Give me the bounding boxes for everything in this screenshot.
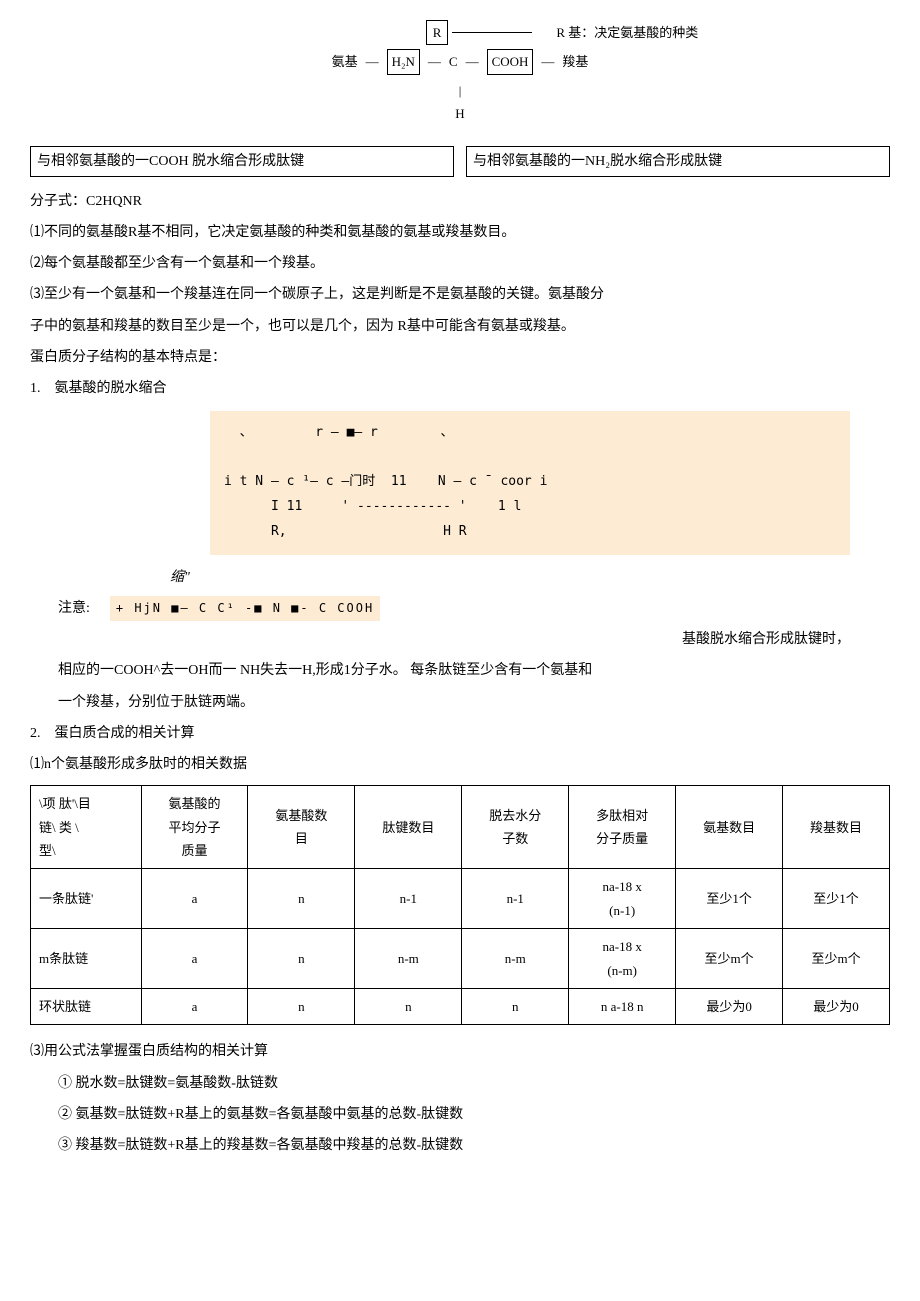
explain-line1: 相应的一COOH^去一OH而一 NH失去一H,形成1分子水。 每条肽链至少含有一…	[58, 658, 890, 683]
molecular-formula: 分子式：C2HQNR	[30, 189, 890, 214]
diagram-mid-note: 缩"	[170, 565, 890, 590]
col-aa-count: 氨基酸数 目	[248, 786, 355, 869]
col-peptide-bonds: 肽键数目	[355, 786, 462, 869]
table-row: m条肽链 a n n-m n-m na-18 x (n-m) 至少m个 至少m个	[31, 929, 890, 989]
point-3-line1: ⑶至少有一个氨基和一个羧基连在同一个碳原子上，这是判断是不是氨基酸的关键。氨基酸…	[30, 282, 890, 307]
formula-2: ② 氨基数=肽链数+R基上的氨基数=各氨基酸中氨基的总数-肽键数	[58, 1102, 890, 1127]
note-prefix: 注意:	[58, 596, 90, 621]
center-c: C	[449, 50, 458, 73]
col-carboxyl-count: 羧基数目	[783, 786, 890, 869]
point-1: ⑴不同的氨基酸R基不相同，它决定氨基酸的种类和氨基酸的氨基或羧基数目。	[30, 220, 890, 245]
dehydration-diagram: 、 r — ■— r 、 i t N — c ¹— c ―门时 11 N — c…	[210, 411, 850, 554]
cooh-box: COOH	[487, 49, 534, 74]
right-peptide-box: 与相邻氨基酸的一NH₂脱水缩合形成肽键	[466, 146, 890, 177]
amino-acid-structure-diagram: R R 基：决定氨基酸的种类 氨基 — H₂N — C — COOH — 羧基 …	[30, 20, 890, 126]
point-2: ⑵每个氨基酸都至少含有一个氨基和一个羧基。	[30, 251, 890, 276]
formula-3: ③ 羧基数=肽链数+R基上的羧基数=各氨基酸中羧基的总数-肽键数	[58, 1133, 890, 1158]
r-group-note: R 基：决定氨基酸的种类	[556, 21, 698, 44]
col-amino-count: 氨基数目	[676, 786, 783, 869]
item-1: 1. 氨基酸的脱水缩合	[30, 376, 890, 401]
col-avg-mass: 氨基酸的 平均分子 质量	[141, 786, 248, 869]
peptide-bond-notes: 与相邻氨基酸的一COOH 脱水缩合形成肽键 与相邻氨基酸的一NH₂脱水缩合形成肽…	[30, 146, 890, 177]
note-formula: + HjN ■— C C¹ -■ N ■- C COOH	[110, 596, 380, 622]
formula-heading: ⑶用公式法掌握蛋白质结构的相关计算	[30, 1039, 890, 1064]
right-continuation: 基酸脱水缩合形成肽键时，	[30, 627, 850, 652]
table-header-row: \项 肽'\目 链\ 类 \ 型\ 氨基酸的 平均分子 质量 氨基酸数 目 肽键…	[31, 786, 890, 869]
amino-label: 氨基	[332, 50, 358, 73]
explain-line2: 一个羧基，分别位于肽链两端。	[58, 690, 890, 715]
formula-1: ① 脱水数=肽键数=氨基酸数-肽链数	[58, 1071, 890, 1096]
header-rowlabel: \项 肽'\目 链\ 类 \ 型\	[31, 786, 142, 869]
col-water-lost: 脱去水分 子数	[462, 786, 569, 869]
protein-structure-heading: 蛋白质分子结构的基本特点是：	[30, 345, 890, 370]
item-2: 2. 蛋白质合成的相关计算	[30, 721, 890, 746]
r-group-box: R	[426, 20, 449, 45]
table-intro: ⑴n个氨基酸形成多肽时的相关数据	[30, 752, 890, 777]
col-rel-mass: 多肽相对 分子质量	[569, 786, 676, 869]
left-peptide-box: 与相邻氨基酸的一COOH 脱水缩合形成肽键	[30, 146, 454, 177]
table-row: 一条肽链' a n n-1 n-1 na-18 x (n-1) 至少1个 至少1…	[31, 869, 890, 929]
h2n-box: H₂N	[387, 49, 420, 74]
carboxyl-label: 羧基	[562, 50, 588, 73]
polypeptide-data-table: \项 肽'\目 链\ 类 \ 型\ 氨基酸的 平均分子 质量 氨基酸数 目 肽键…	[30, 785, 890, 1025]
bottom-h: H	[455, 106, 464, 121]
point-3-line2: 子中的氨基和羧基的数目至少是一个，也可以是几个，因为 R基中可能含有氨基或羧基。	[30, 314, 890, 339]
table-row: 环状肽链 a n n n n a-18 n 最少为0 最少为0	[31, 988, 890, 1024]
